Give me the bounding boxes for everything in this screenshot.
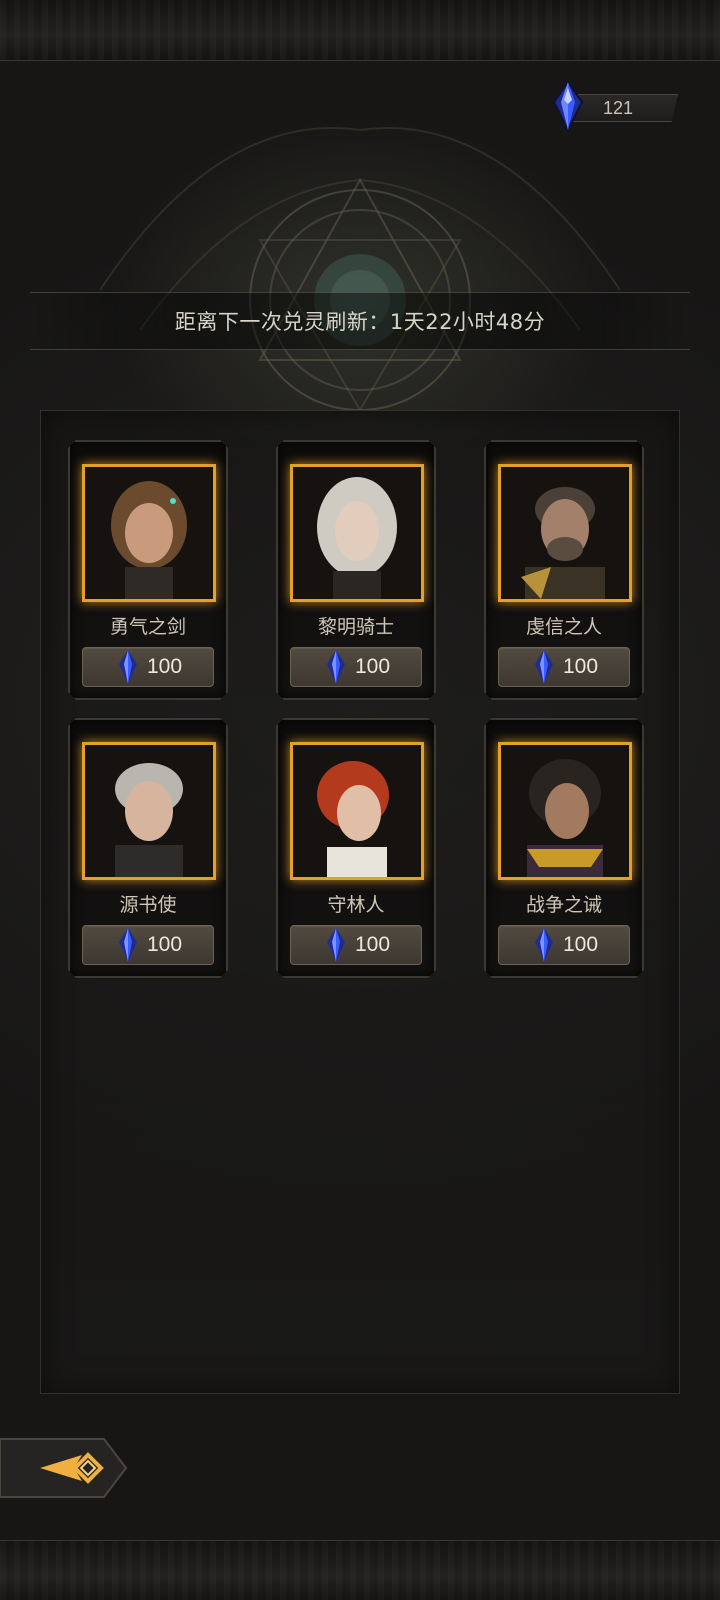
price-value: 100 bbox=[355, 655, 391, 678]
price-value: 100 bbox=[147, 933, 183, 956]
bottom-ornament-band bbox=[0, 1540, 720, 1600]
purchase-button[interactable]: 100 bbox=[498, 647, 630, 687]
crystal-currency-counter[interactable]: 121 bbox=[548, 80, 688, 132]
hero-portrait bbox=[498, 742, 632, 880]
blue-crystal-icon bbox=[325, 926, 347, 964]
hero-portrait bbox=[290, 464, 424, 602]
blue-crystal-icon bbox=[533, 648, 555, 686]
currency-amount: 121 bbox=[603, 98, 634, 118]
hero-portrait-image bbox=[501, 467, 629, 599]
blue-crystal-icon bbox=[325, 648, 347, 686]
back-button[interactable] bbox=[0, 1437, 128, 1499]
hero-card[interactable]: 守林人 100 bbox=[276, 718, 436, 978]
purchase-button[interactable]: 100 bbox=[290, 647, 422, 687]
hero-name: 勇气之剑 bbox=[109, 616, 186, 638]
hero-portrait bbox=[498, 464, 632, 602]
blue-crystal-icon bbox=[533, 926, 555, 964]
hero-portrait bbox=[82, 464, 216, 602]
price-value: 100 bbox=[563, 933, 599, 956]
hero-portrait bbox=[290, 742, 424, 880]
top-ornament-band bbox=[0, 0, 720, 61]
purchase-button[interactable]: 100 bbox=[290, 925, 422, 965]
purchase-button[interactable]: 100 bbox=[498, 925, 630, 965]
hero-portrait-image bbox=[85, 467, 213, 599]
blue-crystal-icon bbox=[117, 926, 139, 964]
hero-portrait bbox=[82, 742, 216, 880]
blue-crystal-icon bbox=[552, 80, 584, 132]
hero-name: 虔信之人 bbox=[525, 616, 602, 638]
refresh-timer-text: 距离下一次兑灵刷新：1天22小时48分 bbox=[174, 310, 546, 334]
price-value: 100 bbox=[355, 933, 391, 956]
hero-card[interactable]: 勇气之剑 100 bbox=[68, 440, 228, 700]
purchase-button[interactable]: 100 bbox=[82, 925, 214, 965]
hero-name: 守林人 bbox=[327, 894, 385, 916]
price-value: 100 bbox=[147, 655, 183, 678]
hero-card[interactable]: 虔信之人 100 bbox=[484, 440, 644, 700]
purchase-button[interactable]: 100 bbox=[82, 647, 214, 687]
price-value: 100 bbox=[563, 655, 599, 678]
exchange-screen: 121 距离下一次兑灵刷新：1天22小时48分 勇气之剑 100 黎明骑士 10… bbox=[0, 0, 720, 1600]
hero-name: 战争之诫 bbox=[525, 894, 602, 916]
hero-portrait-image bbox=[501, 745, 629, 877]
hero-card[interactable]: 源书使 100 bbox=[68, 718, 228, 978]
hero-portrait-image bbox=[85, 745, 213, 877]
hero-card[interactable]: 战争之诫 100 bbox=[484, 718, 644, 978]
refresh-timer-banner: 距离下一次兑灵刷新：1天22小时48分 bbox=[30, 292, 690, 350]
blue-crystal-icon bbox=[117, 648, 139, 686]
hero-name: 源书使 bbox=[119, 894, 177, 916]
hero-card[interactable]: 黎明骑士 100 bbox=[276, 440, 436, 700]
hero-portrait-image bbox=[293, 745, 421, 877]
hero-name: 黎明骑士 bbox=[317, 616, 394, 638]
hero-portrait-image bbox=[293, 467, 421, 599]
